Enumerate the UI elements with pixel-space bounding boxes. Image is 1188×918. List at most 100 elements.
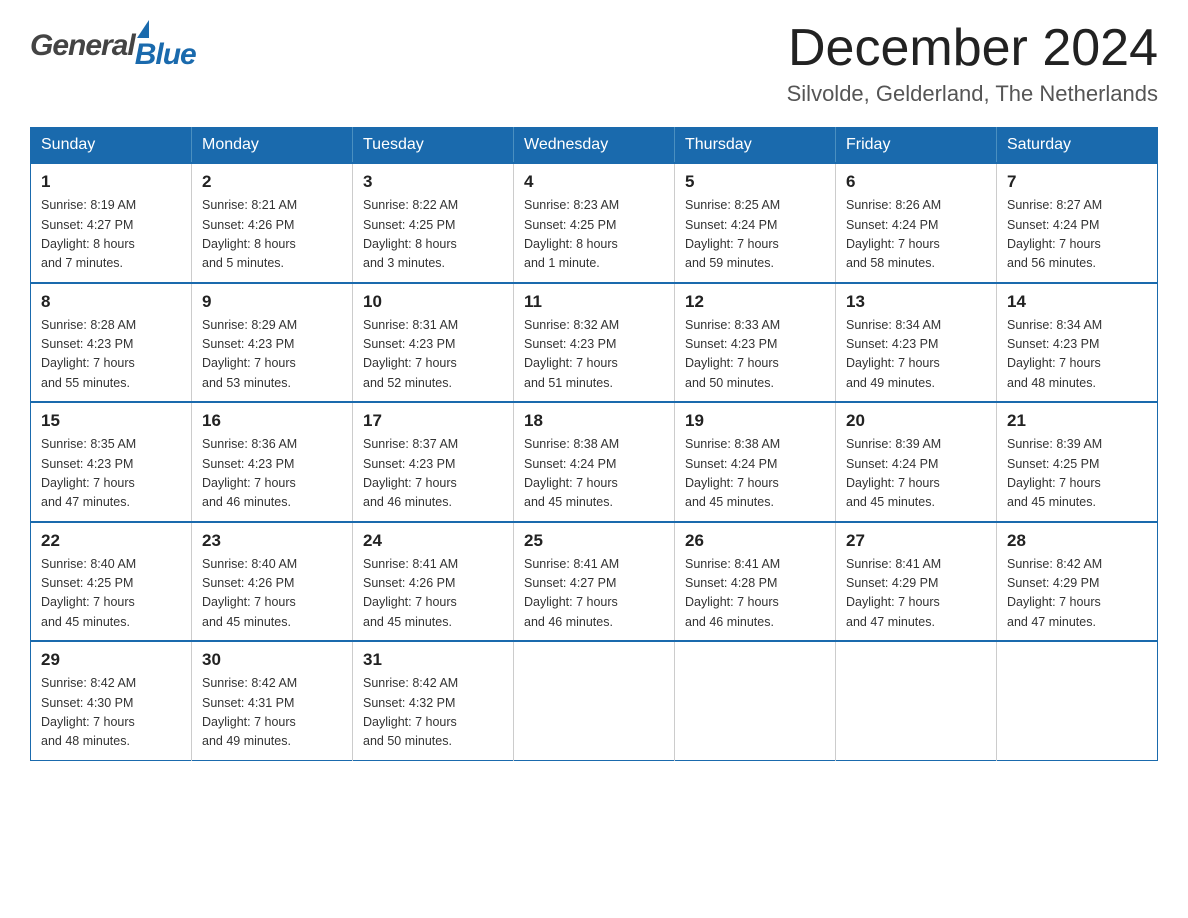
day-info: Sunrise: 8:29 AMSunset: 4:23 PMDaylight:… [202, 316, 342, 394]
calendar-cell: 29 Sunrise: 8:42 AMSunset: 4:30 PMDayligh… [31, 641, 192, 760]
calendar-week-4: 22 Sunrise: 8:40 AMSunset: 4:25 PMDayligh… [31, 522, 1158, 642]
day-info: Sunrise: 8:34 AMSunset: 4:23 PMDaylight:… [1007, 316, 1147, 394]
day-number: 24 [363, 531, 503, 551]
month-title: December 2024 [787, 20, 1158, 77]
calendar-cell: 31Sunrise: 8:42 AMSunset: 4:32 PMDayligh… [353, 641, 514, 760]
day-number: 12 [685, 292, 825, 312]
day-number: 27 [846, 531, 986, 551]
day-number: 14 [1007, 292, 1147, 312]
calendar-cell: 15 Sunrise: 8:35 AMSunset: 4:23 PMDayligh… [31, 402, 192, 522]
day-info: Sunrise: 8:36 AMSunset: 4:23 PMDaylight:… [202, 435, 342, 513]
calendar-cell: 28 Sunrise: 8:42 AMSunset: 4:29 PMDayligh… [997, 522, 1158, 642]
calendar-cell: 27 Sunrise: 8:41 AMSunset: 4:29 PMDayligh… [836, 522, 997, 642]
day-info: Sunrise: 8:33 AMSunset: 4:23 PMDaylight:… [685, 316, 825, 394]
calendar-cell: 30 Sunrise: 8:42 AMSunset: 4:31 PMDayligh… [192, 641, 353, 760]
day-info: Sunrise: 8:42 AMSunset: 4:31 PMDaylight:… [202, 674, 342, 752]
calendar-cell: 13 Sunrise: 8:34 AMSunset: 4:23 PMDayligh… [836, 283, 997, 403]
calendar-cell: 18Sunrise: 8:38 AMSunset: 4:24 PMDayligh… [514, 402, 675, 522]
day-number: 28 [1007, 531, 1147, 551]
day-info: Sunrise: 8:35 AMSunset: 4:23 PMDaylight:… [41, 435, 181, 513]
day-info: Sunrise: 8:32 AMSunset: 4:23 PMDaylight:… [524, 316, 664, 394]
day-number: 7 [1007, 172, 1147, 192]
logo-blue-block: Blue [135, 20, 196, 72]
header-tuesday: Tuesday [353, 128, 514, 164]
calendar-week-1: 1Sunrise: 8:19 AMSunset: 4:27 PMDaylight… [31, 163, 1158, 283]
day-number: 25 [524, 531, 664, 551]
calendar-cell: 10Sunrise: 8:31 AMSunset: 4:23 PMDayligh… [353, 283, 514, 403]
day-info: Sunrise: 8:41 AMSunset: 4:29 PMDaylight:… [846, 555, 986, 633]
header-saturday: Saturday [997, 128, 1158, 164]
day-number: 26 [685, 531, 825, 551]
logo-blue-text: Blue [135, 38, 196, 72]
day-info: Sunrise: 8:27 AMSunset: 4:24 PMDaylight:… [1007, 196, 1147, 274]
day-info: Sunrise: 8:42 AMSunset: 4:29 PMDaylight:… [1007, 555, 1147, 633]
title-section: December 2024 Silvolde, Gelderland, The … [787, 20, 1158, 107]
header-friday: Friday [836, 128, 997, 164]
calendar-cell: 5Sunrise: 8:25 AMSunset: 4:24 PMDaylight… [675, 163, 836, 283]
day-number: 15 [41, 411, 181, 431]
calendar-cell: 20 Sunrise: 8:39 AMSunset: 4:24 PMDayligh… [836, 402, 997, 522]
calendar-week-3: 15 Sunrise: 8:35 AMSunset: 4:23 PMDayligh… [31, 402, 1158, 522]
calendar-week-2: 8 Sunrise: 8:28 AMSunset: 4:23 PMDaylight… [31, 283, 1158, 403]
day-info: Sunrise: 8:41 AMSunset: 4:28 PMDaylight:… [685, 555, 825, 633]
location-subtitle: Silvolde, Gelderland, The Netherlands [787, 81, 1158, 107]
calendar-cell: 14 Sunrise: 8:34 AMSunset: 4:23 PMDayligh… [997, 283, 1158, 403]
day-number: 9 [202, 292, 342, 312]
calendar-cell: 11 Sunrise: 8:32 AMSunset: 4:23 PMDayligh… [514, 283, 675, 403]
calendar-week-5: 29 Sunrise: 8:42 AMSunset: 4:30 PMDayligh… [31, 641, 1158, 760]
calendar-cell: 19 Sunrise: 8:38 AMSunset: 4:24 PMDayligh… [675, 402, 836, 522]
calendar-cell: 22 Sunrise: 8:40 AMSunset: 4:25 PMDayligh… [31, 522, 192, 642]
calendar-cell: 6 Sunrise: 8:26 AMSunset: 4:24 PMDaylight… [836, 163, 997, 283]
day-number: 20 [846, 411, 986, 431]
day-info: Sunrise: 8:28 AMSunset: 4:23 PMDaylight:… [41, 316, 181, 394]
day-number: 23 [202, 531, 342, 551]
calendar-cell: 2Sunrise: 8:21 AMSunset: 4:26 PMDaylight… [192, 163, 353, 283]
day-info: Sunrise: 8:23 AMSunset: 4:25 PMDaylight:… [524, 196, 664, 274]
header-sunday: Sunday [31, 128, 192, 164]
day-number: 17 [363, 411, 503, 431]
day-number: 22 [41, 531, 181, 551]
day-info: Sunrise: 8:41 AMSunset: 4:27 PMDaylight:… [524, 555, 664, 633]
day-info: Sunrise: 8:34 AMSunset: 4:23 PMDaylight:… [846, 316, 986, 394]
day-number: 29 [41, 650, 181, 670]
logo: General Blue [30, 20, 196, 72]
day-number: 30 [202, 650, 342, 670]
day-info: Sunrise: 8:31 AMSunset: 4:23 PMDaylight:… [363, 316, 503, 394]
header-monday: Monday [192, 128, 353, 164]
calendar-header-row: Sunday Monday Tuesday Wednesday Thursday… [31, 128, 1158, 164]
day-info: Sunrise: 8:21 AMSunset: 4:26 PMDaylight:… [202, 196, 342, 274]
calendar-cell [514, 641, 675, 760]
calendar-cell: 1Sunrise: 8:19 AMSunset: 4:27 PMDaylight… [31, 163, 192, 283]
calendar-cell: 16Sunrise: 8:36 AMSunset: 4:23 PMDayligh… [192, 402, 353, 522]
calendar-cell: 12 Sunrise: 8:33 AMSunset: 4:23 PMDayligh… [675, 283, 836, 403]
day-info: Sunrise: 8:19 AMSunset: 4:27 PMDaylight:… [41, 196, 181, 274]
day-info: Sunrise: 8:38 AMSunset: 4:24 PMDaylight:… [685, 435, 825, 513]
day-number: 19 [685, 411, 825, 431]
day-info: Sunrise: 8:39 AMSunset: 4:24 PMDaylight:… [846, 435, 986, 513]
calendar-cell: 3Sunrise: 8:22 AMSunset: 4:25 PMDaylight… [353, 163, 514, 283]
day-info: Sunrise: 8:42 AMSunset: 4:30 PMDaylight:… [41, 674, 181, 752]
day-number: 5 [685, 172, 825, 192]
calendar-cell: 21Sunrise: 8:39 AMSunset: 4:25 PMDayligh… [997, 402, 1158, 522]
header-wednesday: Wednesday [514, 128, 675, 164]
calendar-cell [836, 641, 997, 760]
day-info: Sunrise: 8:41 AMSunset: 4:26 PMDaylight:… [363, 555, 503, 633]
day-info: Sunrise: 8:42 AMSunset: 4:32 PMDaylight:… [363, 674, 503, 752]
calendar-cell [997, 641, 1158, 760]
day-info: Sunrise: 8:40 AMSunset: 4:25 PMDaylight:… [41, 555, 181, 633]
calendar-cell: 24 Sunrise: 8:41 AMSunset: 4:26 PMDayligh… [353, 522, 514, 642]
page-header: General Blue December 2024 Silvolde, Gel… [30, 20, 1158, 107]
day-info: Sunrise: 8:26 AMSunset: 4:24 PMDaylight:… [846, 196, 986, 274]
calendar-cell: 25 Sunrise: 8:41 AMSunset: 4:27 PMDayligh… [514, 522, 675, 642]
logo-triangle-row [135, 20, 149, 38]
day-number: 6 [846, 172, 986, 192]
calendar-cell: 7 Sunrise: 8:27 AMSunset: 4:24 PMDaylight… [997, 163, 1158, 283]
calendar-table: Sunday Monday Tuesday Wednesday Thursday… [30, 127, 1158, 761]
day-number: 8 [41, 292, 181, 312]
calendar-cell: 23Sunrise: 8:40 AMSunset: 4:26 PMDayligh… [192, 522, 353, 642]
day-number: 11 [524, 292, 664, 312]
calendar-cell: 17Sunrise: 8:37 AMSunset: 4:23 PMDayligh… [353, 402, 514, 522]
day-number: 18 [524, 411, 664, 431]
day-info: Sunrise: 8:22 AMSunset: 4:25 PMDaylight:… [363, 196, 503, 274]
day-number: 13 [846, 292, 986, 312]
